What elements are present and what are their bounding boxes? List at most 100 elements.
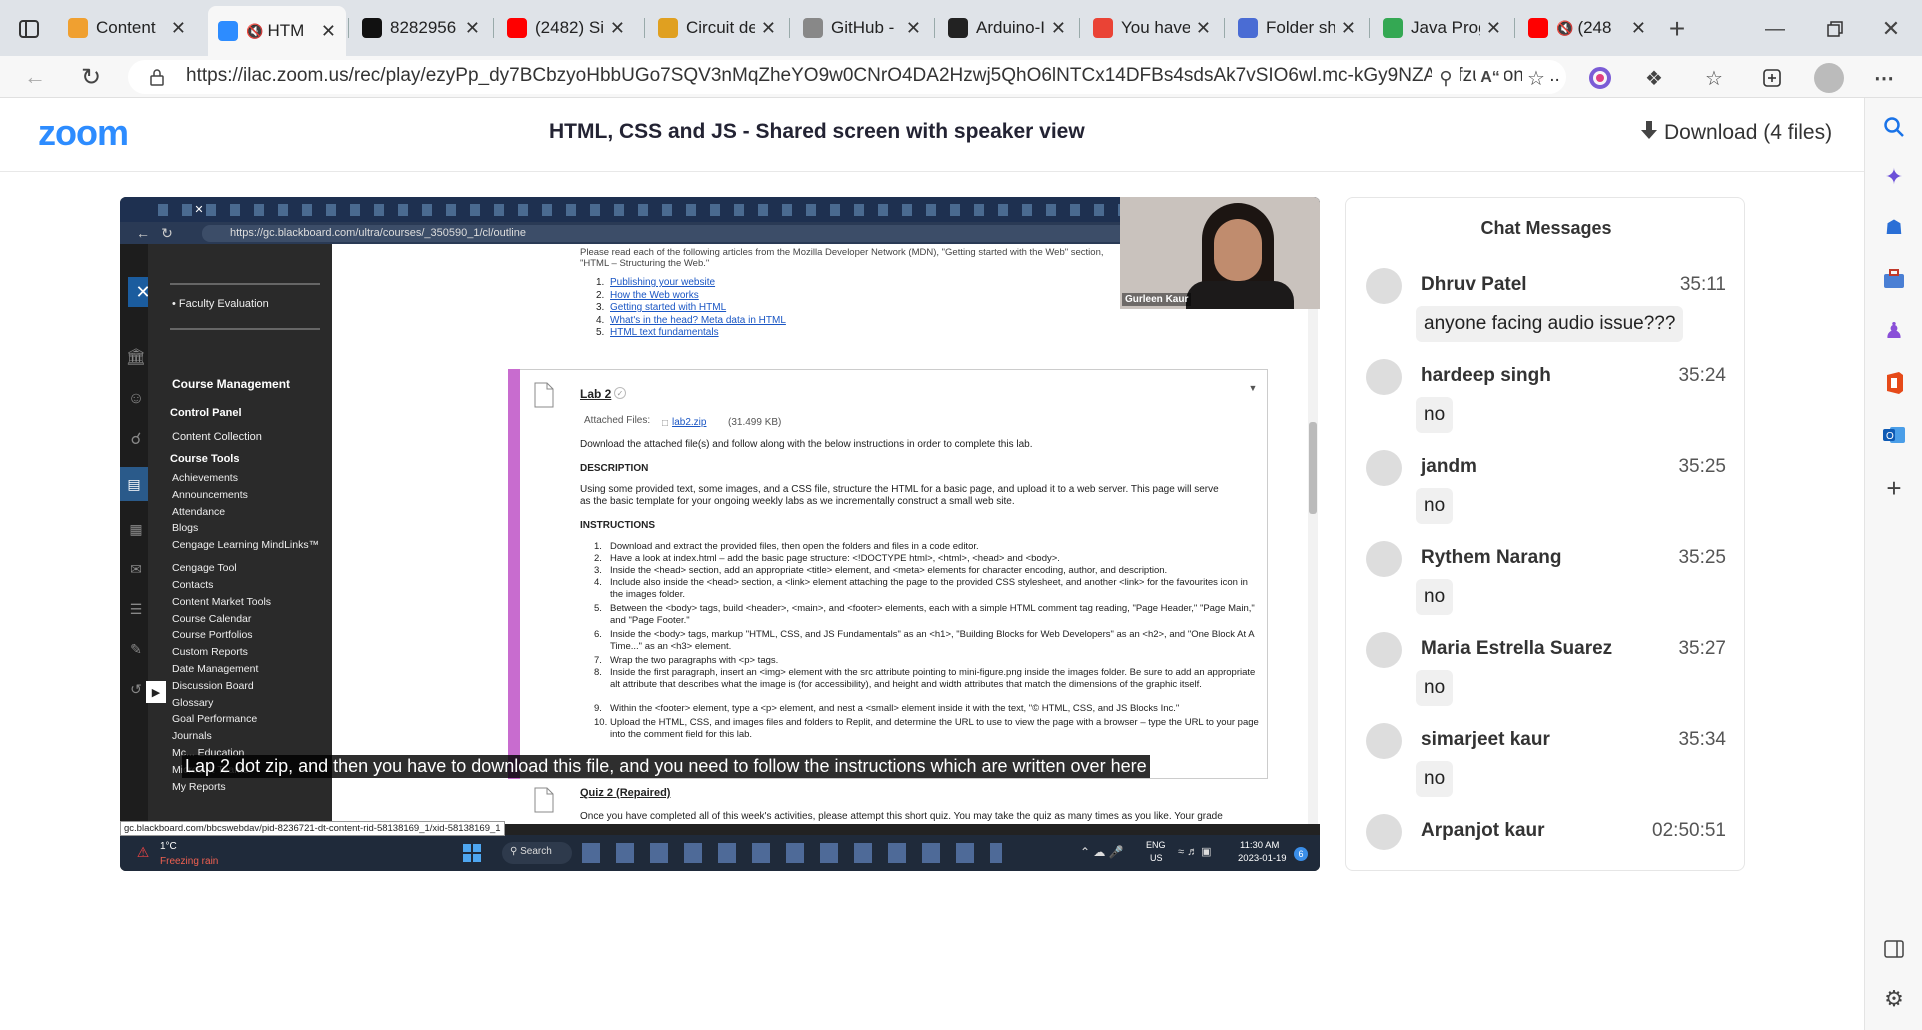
course-tool-item: Glossary xyxy=(172,696,214,709)
course-tool-item: Contacts xyxy=(172,579,214,591)
settings-gear-icon[interactable]: ⚙ xyxy=(1879,984,1909,1014)
instruction-number: 5. xyxy=(594,603,602,614)
search-icon[interactable] xyxy=(1879,112,1909,142)
chat-timestamp: 35:11 xyxy=(1679,274,1726,295)
tab-close-icon[interactable]: ✕ xyxy=(1341,18,1356,39)
article-link: Publishing your website xyxy=(610,277,716,288)
intro-text: Please read each of the following articl… xyxy=(580,247,1104,269)
favorites-icon[interactable]: ☆ xyxy=(1700,64,1728,92)
browser-tab-title: Content xyxy=(96,18,156,37)
window-close-icon[interactable]: ✕ xyxy=(1876,14,1906,44)
quiz-document-icon xyxy=(532,785,556,815)
tab-close-icon[interactable]: ✕ xyxy=(1486,18,1501,39)
chat-sender-name: Dhruv Patel xyxy=(1421,274,1527,295)
tools-icon[interactable] xyxy=(1879,264,1909,294)
browser-tab[interactable]: GitHub - ✕ xyxy=(793,8,931,48)
speaker-muted-icon[interactable]: 🔇 xyxy=(246,23,263,40)
chat-message: jandm 35:25 no xyxy=(1366,450,1726,530)
key-icon[interactable]: ⚲ xyxy=(1432,64,1460,92)
hide-sidebar-icon[interactable] xyxy=(1879,934,1909,964)
caption-text: Lap 2 dot zip, and then you have to down… xyxy=(182,755,1150,778)
tab-close-icon[interactable]: ✕ xyxy=(1196,18,1211,39)
tab-separator xyxy=(1369,18,1370,38)
tab-close-icon[interactable]: ✕ xyxy=(321,21,336,42)
back-icon[interactable]: ← xyxy=(20,62,50,92)
chat-timestamp: 35:24 xyxy=(1678,365,1726,386)
calendar-rail-icon: ▦ xyxy=(129,520,143,537)
course-tool-item: Cengage Tool xyxy=(172,562,237,575)
browser-tab[interactable]: Circuit de ✕ xyxy=(648,8,786,48)
page-scroll-thumb xyxy=(1309,422,1317,514)
copilot-icon[interactable]: ✦ xyxy=(1879,162,1909,192)
globe-rail-icon: ☌ xyxy=(130,431,142,448)
status-url: gc.blackboard.com/bbcswebdav/pid-8236721… xyxy=(120,821,505,836)
file-icon: □ xyxy=(661,417,669,429)
url-field[interactable]: https://ilac.zoom.us/rec/play/ezyPp_dy7B… xyxy=(128,60,1566,94)
browser-tab[interactable]: Content ✕ xyxy=(58,8,196,48)
avatar xyxy=(1366,632,1402,668)
quiz-text: Once you have completed all of this week… xyxy=(580,811,1223,822)
instruction-item: Download and extract the provided files,… xyxy=(610,541,979,552)
add-sidebar-icon[interactable]: + xyxy=(1879,473,1909,503)
restore-icon[interactable] xyxy=(1820,14,1850,44)
browser-tab[interactable]: Java Prog ✕ xyxy=(1373,8,1511,48)
lab-left-bar xyxy=(508,369,520,779)
outlook-icon[interactable]: O xyxy=(1879,420,1909,450)
favorite-add-icon[interactable]: ☆ xyxy=(1522,64,1550,92)
chat-timestamp: 35:27 xyxy=(1678,638,1726,659)
new-tab-icon[interactable]: + xyxy=(1662,13,1692,44)
lab-collapse-icon: ▼ xyxy=(1248,383,1258,393)
tab-close-icon[interactable]: ✕ xyxy=(906,18,921,39)
read-aloud-icon[interactable]: A“ xyxy=(1476,64,1504,92)
course-tool-item: Blogs xyxy=(172,522,199,535)
tab-close-icon[interactable]: ✕ xyxy=(610,18,625,39)
lab-intro: Download the attached file(s) and follow… xyxy=(580,439,1033,450)
browser-tab-title: (2482) Sir xyxy=(535,18,604,37)
browser-tab[interactable]: You have ✕ xyxy=(1083,8,1221,48)
instruction-item: Inside the <body> tags, markup "HTML, CS… xyxy=(610,629,1255,652)
people-icon xyxy=(1238,18,1258,38)
download-icon xyxy=(1640,120,1658,146)
browser-tab[interactable]: 🔇 (248 ✕ xyxy=(1518,8,1656,48)
games-icon[interactable]: ♟ xyxy=(1879,316,1909,346)
tab-close-icon[interactable]: ✕ xyxy=(171,18,186,39)
tab-close-icon[interactable]: ✕ xyxy=(761,18,776,39)
tab-close-icon[interactable]: ✕ xyxy=(465,18,480,39)
download-button[interactable]: Download (4 files) xyxy=(1640,120,1832,146)
office-icon[interactable] xyxy=(1879,368,1909,398)
page-scrollbar xyxy=(1308,244,1318,824)
weather-icon: ⚠ xyxy=(136,843,150,860)
zoom-icon xyxy=(218,21,238,41)
avatar xyxy=(1366,268,1402,304)
tab-close-icon[interactable]: ✕ xyxy=(1631,18,1646,39)
tab-actions-icon[interactable] xyxy=(16,16,42,42)
collections-icon[interactable] xyxy=(1758,64,1786,92)
tab-close-icon[interactable]: ✕ xyxy=(1051,18,1066,39)
browser-tab[interactable]: Arduino-I ✕ xyxy=(938,8,1076,48)
minimize-icon[interactable]: — xyxy=(1760,14,1790,44)
browser-tab-title: HTM xyxy=(267,21,305,40)
tab-separator xyxy=(348,18,349,38)
instruction-item: Upload the HTML, CSS, and images files a… xyxy=(610,717,1259,740)
browser-tab-title: 8282956 xyxy=(390,18,457,37)
extensions-icon[interactable]: ❖ xyxy=(1640,64,1668,92)
zoom-logo[interactable]: zoom xyxy=(38,112,129,154)
browser-tab[interactable]: (2482) Sir ✕ xyxy=(497,8,635,48)
chat-sender-name: Arpanjot kaur xyxy=(1421,820,1545,841)
content-collection-item: Content Collection xyxy=(172,431,262,443)
speaker-muted-icon[interactable]: 🔇 xyxy=(1556,20,1573,37)
profile-avatar[interactable] xyxy=(1814,63,1844,93)
color-extension-icon[interactable] xyxy=(1586,64,1614,92)
browser-tab[interactable]: Folder sh ✕ xyxy=(1228,8,1366,48)
refresh-icon[interactable]: ↻ xyxy=(76,62,106,92)
browser-tab[interactable]: 8282956 ✕ xyxy=(352,8,490,48)
shared-screen-video[interactable]: ✕ ← ↻ https://gc.blackboard.com/ultra/co… xyxy=(120,197,1320,871)
shopping-icon[interactable]: ☗ xyxy=(1879,212,1909,242)
shared-refresh-icon: ↻ xyxy=(161,224,173,241)
browser-tab[interactable]: 🔇 HTM ✕ xyxy=(208,6,346,56)
more-menu-icon[interactable]: ⋯ xyxy=(1870,64,1898,92)
chat-timestamp: 35:25 xyxy=(1678,547,1726,568)
course-tool-item: Course Portfolios xyxy=(172,629,253,642)
instruction-number: 1. xyxy=(594,541,602,552)
document-icon xyxy=(532,380,556,410)
